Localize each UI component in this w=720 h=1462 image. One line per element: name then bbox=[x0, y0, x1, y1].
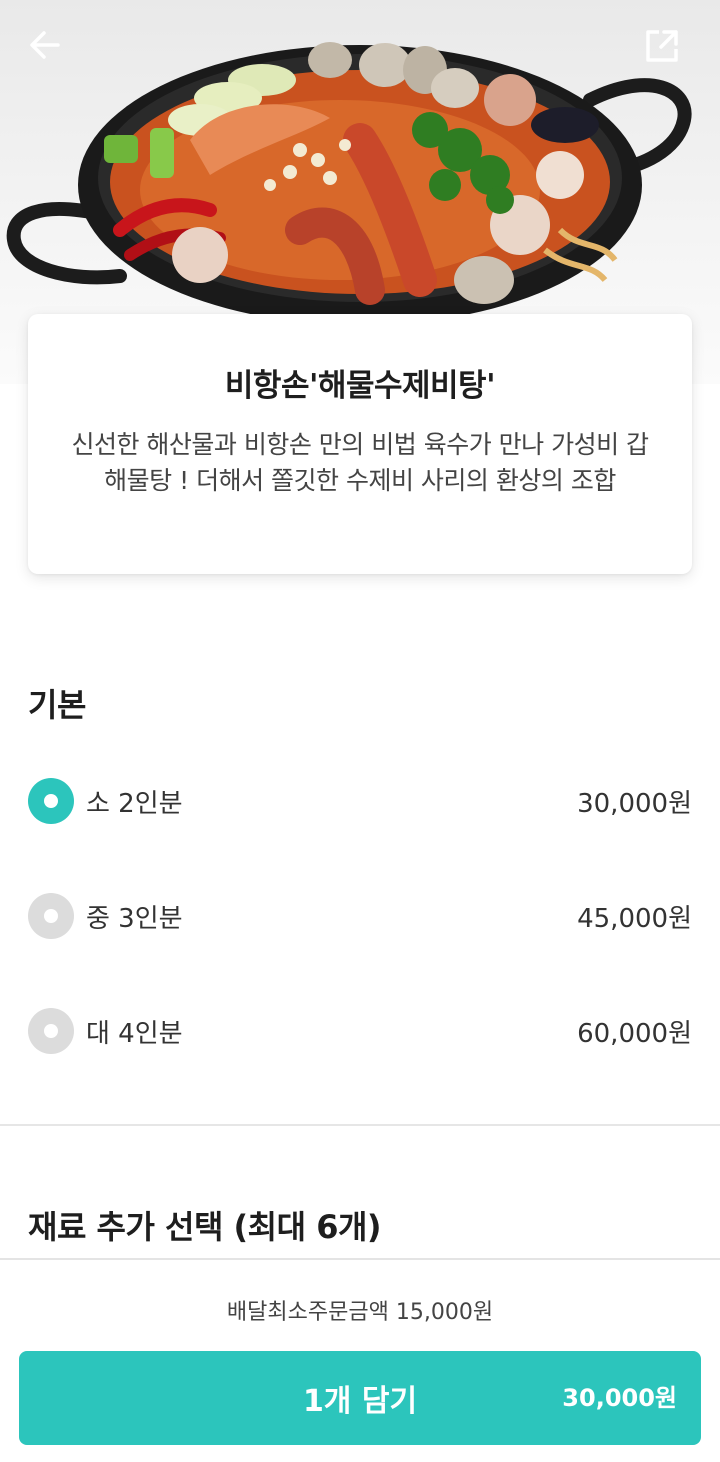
radio-unselected[interactable] bbox=[28, 893, 74, 939]
share-button[interactable] bbox=[644, 28, 692, 76]
option-price: 30,000원 bbox=[577, 788, 692, 819]
radio-unselected[interactable] bbox=[28, 1008, 74, 1054]
cart-button-label: 1개 담기 bbox=[302, 1384, 418, 1419]
back-button[interactable] bbox=[28, 28, 76, 76]
option-row-medium[interactable]: 중 3인분 45,000원 bbox=[28, 892, 692, 940]
share-external-icon bbox=[646, 30, 678, 62]
bottom-order-bar: 배달최소주문금액 15,000원 1개 담기 30,000원 bbox=[0, 1258, 720, 1462]
arrow-left-icon bbox=[30, 31, 60, 59]
option-row-small[interactable]: 소 2인분 30,000원 bbox=[28, 777, 692, 825]
add-to-cart-button[interactable]: 1개 담기 30,000원 bbox=[19, 1351, 701, 1445]
menu-info-card: 비항손'해물수제비탕' 신선한 해산물과 비항손 만의 비법 육수가 만나 가성… bbox=[28, 314, 692, 574]
menu-title: 비항손'해물수제비탕' bbox=[224, 368, 496, 404]
option-label: 중 3인분 bbox=[86, 903, 183, 934]
option-price: 60,000원 bbox=[577, 1018, 692, 1049]
cart-button-price: 30,000원 bbox=[562, 1384, 677, 1412]
option-label: 대 4인분 bbox=[86, 1018, 183, 1049]
basic-section-title: 기본 bbox=[28, 686, 86, 724]
min-order-amount: 배달최소주문금액 15,000원 bbox=[226, 1300, 494, 1325]
radio-selected[interactable] bbox=[28, 778, 74, 824]
section-divider bbox=[0, 1124, 720, 1126]
menu-description: 신선한 해산물과 비항손 만의 비법 육수가 만나 가성비 갑 해물탕 ! 더해… bbox=[71, 430, 649, 495]
extra-section-title: 재료 추가 선택 (최대 6개) bbox=[28, 1208, 382, 1246]
option-price: 45,000원 bbox=[577, 903, 692, 934]
option-label: 소 2인분 bbox=[86, 788, 183, 819]
option-row-large[interactable]: 대 4인분 60,000원 bbox=[28, 1007, 692, 1055]
